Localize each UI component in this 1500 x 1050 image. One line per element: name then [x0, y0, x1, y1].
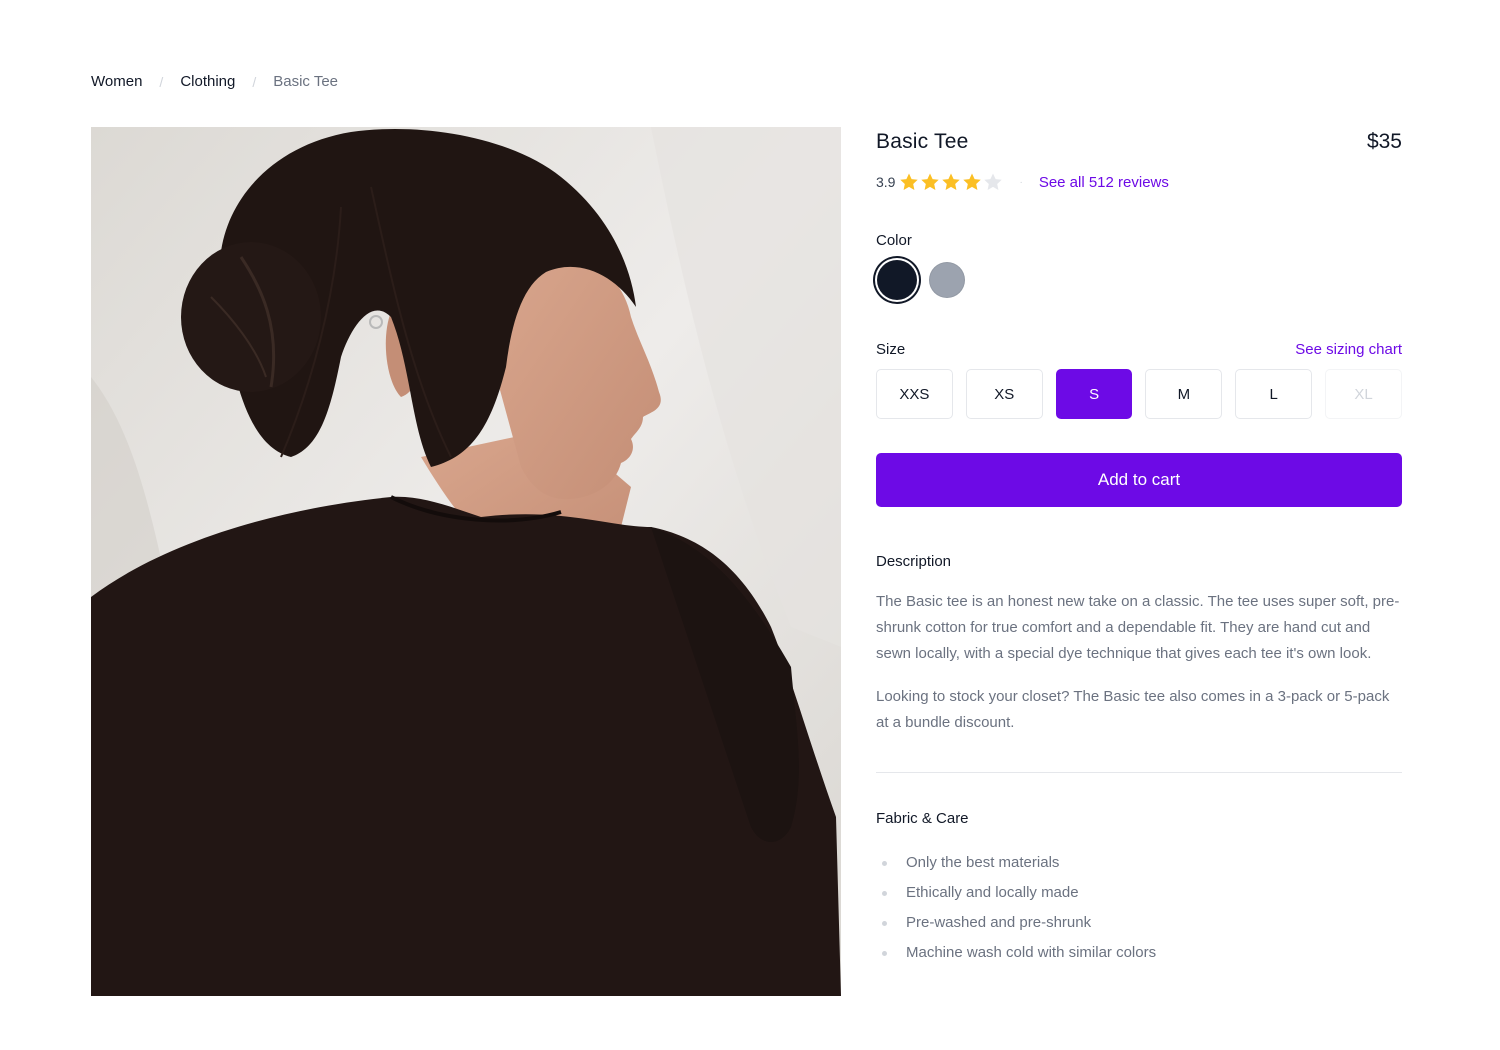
rating-separator-dot: ·: [1019, 176, 1023, 188]
star-filled-icon: [899, 172, 919, 192]
star-filled-icon: [962, 172, 982, 192]
list-item: Ethically and locally made: [876, 878, 1402, 908]
color-swatches: [876, 259, 1402, 301]
description-paragraph: The Basic tee is an honest new take on a…: [876, 593, 1400, 662]
fabric-care-heading: Fabric & Care: [876, 810, 969, 827]
size-option-l[interactable]: L: [1235, 369, 1313, 419]
list-item: Machine wash cold with similar colors: [876, 938, 1402, 968]
product-photo-icon: [91, 127, 841, 996]
product-title: Basic Tee: [876, 130, 969, 153]
size-options: XXS XS S M L XL: [876, 369, 1402, 419]
size-option-s[interactable]: S: [1055, 369, 1133, 419]
color-swatch-dark[interactable]: [877, 260, 917, 300]
breadcrumb-item-clothing[interactable]: Clothing: [180, 72, 235, 92]
list-item: Only the best materials: [876, 848, 1402, 878]
description-paragraph: Looking to stock your closet? The Basic …: [876, 688, 1390, 731]
size-option-xs[interactable]: XS: [965, 369, 1043, 419]
breadcrumb-separator: /: [159, 74, 164, 90]
size-header: Size See sizing chart: [876, 339, 1402, 359]
rating-row: 3.9 · See all 512 reviews: [876, 172, 1402, 192]
product-info: Basic Tee $35 3.9 · See all 512 reviews …: [876, 127, 1402, 968]
rating-value: 3.9: [876, 174, 896, 190]
size-label: Size: [876, 340, 906, 358]
section-divider: [876, 772, 1402, 773]
star-empty-icon: [983, 172, 1003, 192]
size-option-xxs[interactable]: XXS: [876, 369, 953, 419]
size-option-m[interactable]: M: [1145, 369, 1223, 419]
title-row: Basic Tee $35: [876, 127, 1402, 157]
see-all-reviews-link[interactable]: See all 512 reviews: [1039, 174, 1169, 191]
product-image: [91, 127, 841, 996]
breadcrumb: Women / Clothing / Basic Tee: [91, 72, 338, 92]
star-filled-icon: [941, 172, 961, 192]
color-swatch-gray[interactable]: [929, 262, 965, 298]
add-to-cart-button[interactable]: Add to cart: [876, 453, 1402, 507]
description-heading: Description: [876, 553, 952, 570]
size-option-xl: XL: [1325, 369, 1402, 419]
star-filled-icon: [920, 172, 940, 192]
breadcrumb-separator: /: [252, 74, 257, 90]
fabric-care-list: Only the best materials Ethically and lo…: [876, 848, 1402, 968]
breadcrumb-item-women[interactable]: Women: [91, 72, 142, 92]
rating-stars: [899, 172, 1003, 192]
color-label: Color: [876, 232, 912, 249]
product-price: $35: [1366, 130, 1402, 153]
list-item: Pre-washed and pre-shrunk: [876, 908, 1402, 938]
sizing-chart-link[interactable]: See sizing chart: [1295, 341, 1402, 358]
breadcrumb-current: Basic Tee: [273, 73, 339, 90]
